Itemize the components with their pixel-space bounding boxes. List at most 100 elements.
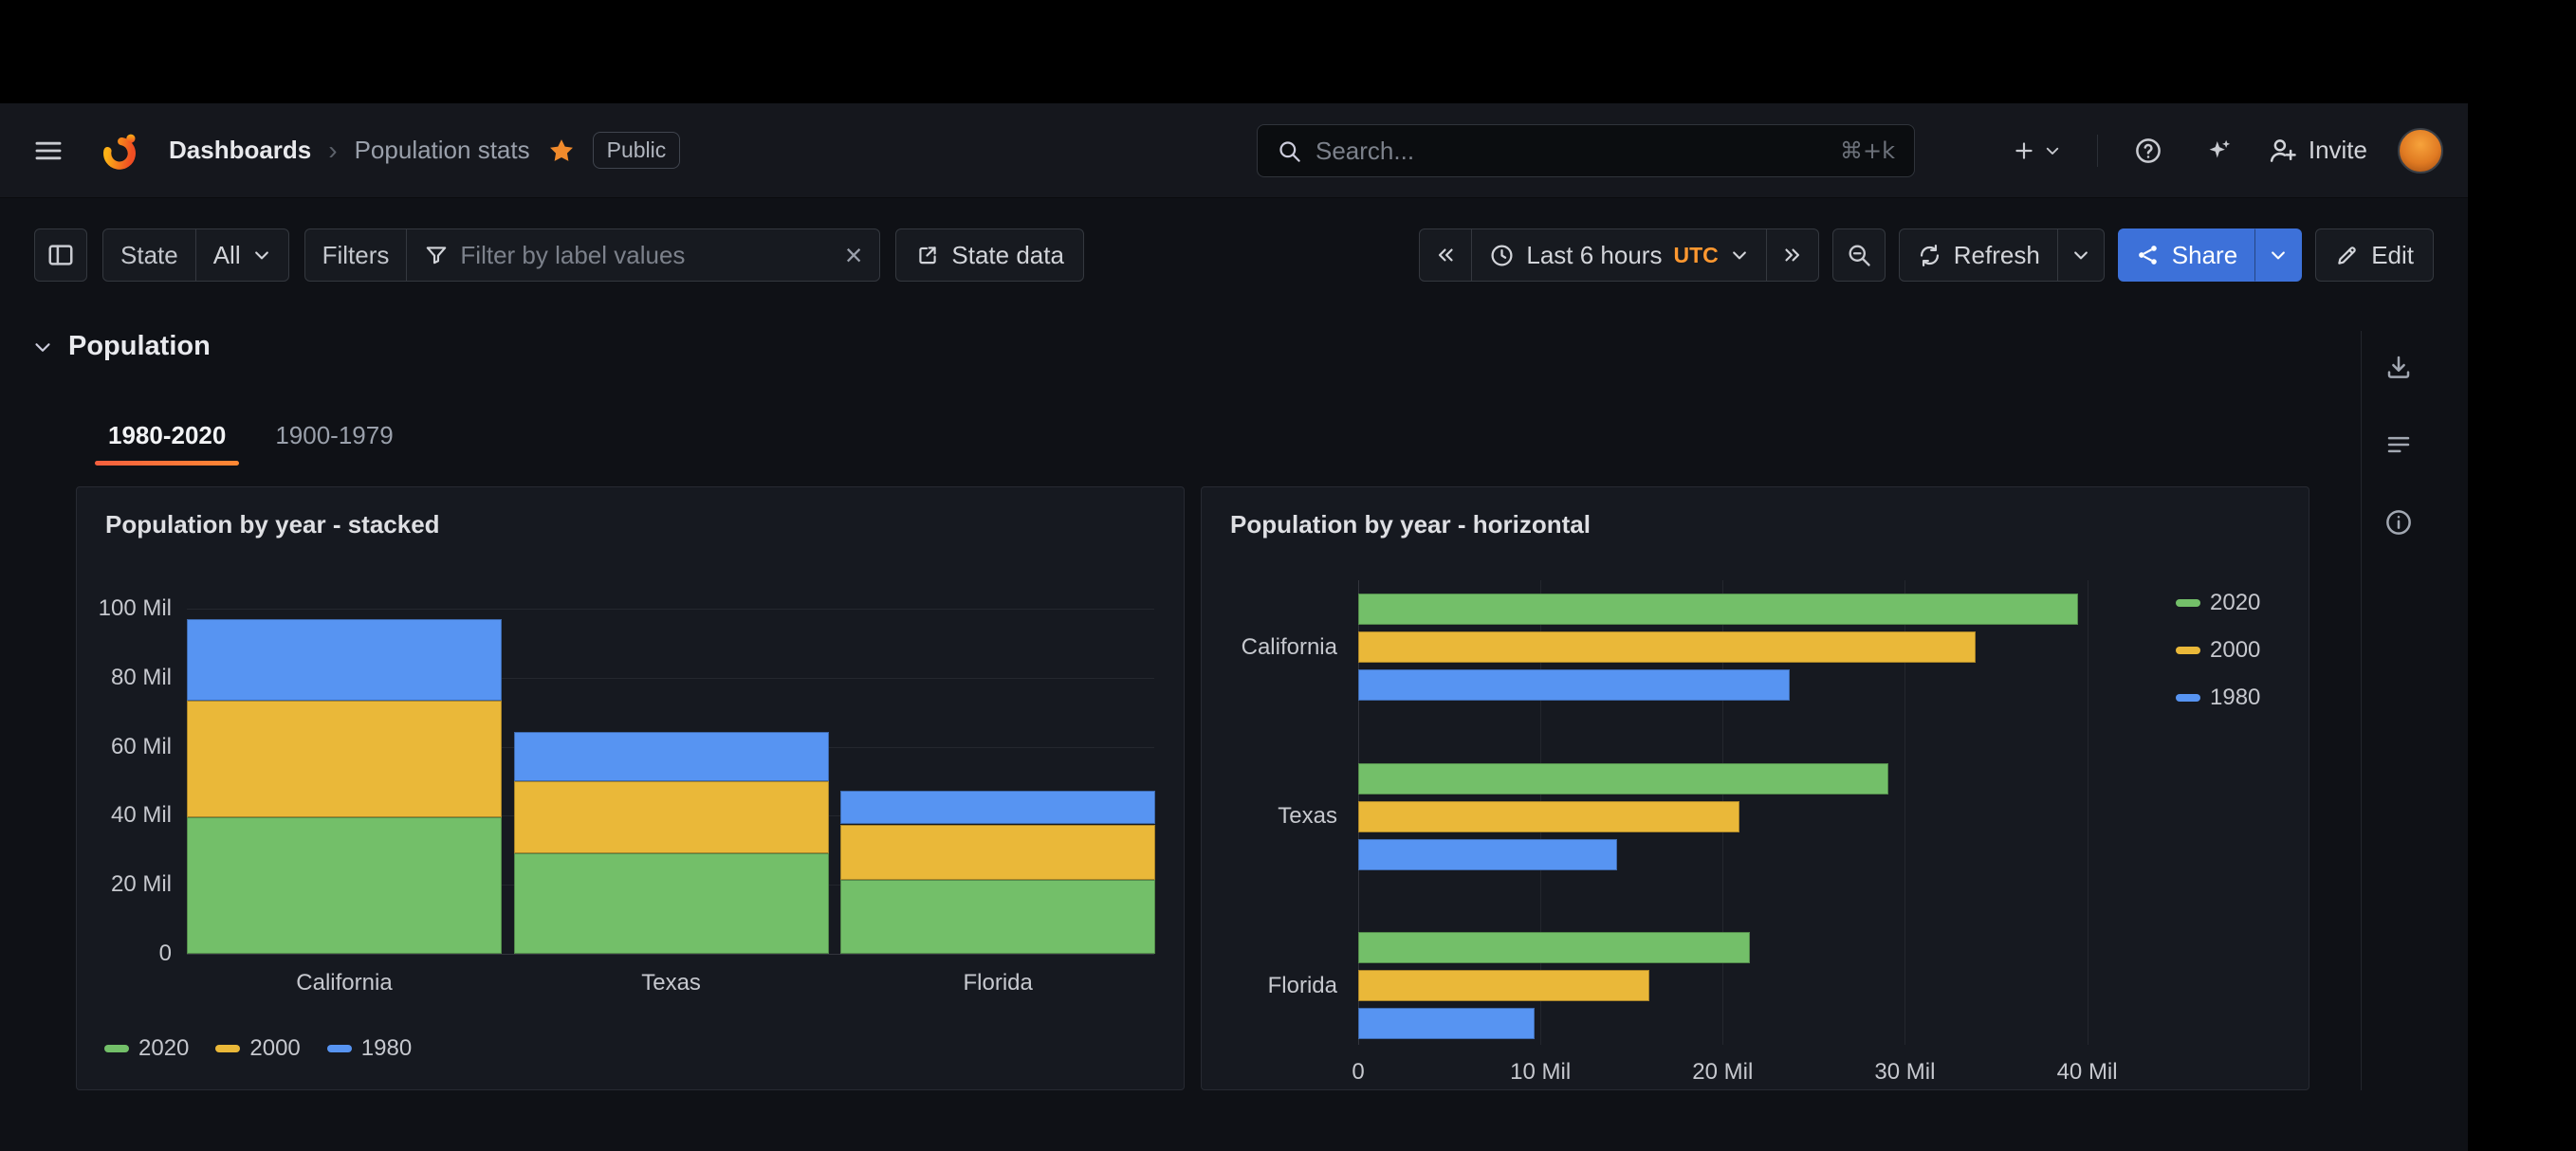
angle-double-right-icon [1780, 243, 1805, 267]
chevron-down-icon [252, 246, 271, 265]
x-axis-tick: 30 Mil [1829, 1058, 1980, 1087]
grafana-logo[interactable] [93, 124, 146, 177]
search-box[interactable]: ⌘+k [1257, 124, 1915, 177]
legend-item[interactable]: 2020 [2176, 590, 2260, 616]
legend-color-pill [104, 1045, 129, 1052]
zoom-out-button[interactable] [1832, 228, 1886, 282]
search-input[interactable] [1316, 137, 1827, 166]
favorite-star-icon[interactable] [547, 137, 576, 165]
hamburger-icon [32, 135, 64, 167]
state-variable-selected: All [213, 241, 241, 270]
time-range-label: Last 6 hours [1526, 241, 1662, 270]
breadcrumb-current: Population stats [355, 136, 530, 165]
legend-item[interactable]: 2000 [215, 1035, 300, 1062]
breadcrumb: Dashboards › Population stats Public [169, 132, 680, 169]
y-axis-tick: 60 Mil [77, 733, 172, 761]
state-variable-label: State [102, 228, 196, 282]
legend-item[interactable]: 2020 [104, 1035, 189, 1062]
user-plus-icon [2269, 137, 2297, 165]
x-axis-tick: 0 [1282, 1058, 1434, 1087]
public-badge: Public [593, 132, 681, 169]
bar-2020 [1358, 763, 1888, 795]
legend-color-pill [215, 1045, 240, 1052]
info-icon [2384, 508, 2413, 537]
share-dropdown[interactable] [2254, 228, 2302, 282]
share-button[interactable]: Share [2118, 228, 2255, 282]
panel-horizontal: Population by year - horizontal 010 Mil2… [1201, 486, 2309, 1090]
filter-input[interactable] [460, 241, 833, 270]
tab-1980-2020[interactable]: 1980-2020 [89, 405, 245, 466]
bar-segment-2020 [514, 853, 829, 954]
bar-2000 [1358, 970, 1649, 1001]
export-button[interactable] [2376, 344, 2421, 390]
time-range-picker[interactable]: Last 6 hours UTC [1471, 228, 1766, 282]
time-shift-back-button[interactable] [1419, 228, 1472, 282]
breadcrumb-dashboards[interactable]: Dashboards [169, 136, 311, 165]
legend-item[interactable]: 2000 [2176, 637, 2260, 664]
top-nav: Dashboards › Population stats Public ⌘+k [0, 103, 2468, 198]
refresh-button[interactable]: Refresh [1899, 228, 2058, 282]
search-icon [1277, 138, 1302, 164]
state-variable-control: State All [102, 228, 289, 282]
state-variable-value[interactable]: All [195, 228, 289, 282]
help-button[interactable] [2128, 131, 2168, 171]
info-button[interactable] [2376, 500, 2421, 545]
legend-item[interactable]: 1980 [2176, 685, 2260, 711]
y-axis-tick: 100 Mil [77, 594, 172, 623]
legend-item[interactable]: 1980 [327, 1035, 412, 1062]
panel-title-stacked[interactable]: Population by year - stacked [105, 510, 440, 539]
toolbar-right: Last 6 hours UTC Refresh [1419, 228, 2434, 282]
external-link-icon [915, 243, 940, 267]
chevron-down-icon [1730, 246, 1749, 265]
state-data-label: State data [951, 241, 1064, 270]
panel-title-horizontal[interactable]: Population by year - horizontal [1230, 510, 1591, 539]
category-label: Texas [514, 969, 829, 997]
bar-1980 [1358, 839, 1617, 870]
nav-left: Dashboards › Population stats Public [27, 124, 680, 177]
user-avatar[interactable] [2398, 128, 2443, 174]
row-collapse-chevron-icon[interactable] [30, 335, 55, 359]
y-axis-tick: 80 Mil [77, 664, 172, 692]
y-axis-tick: 20 Mil [77, 870, 172, 899]
y-axis-tick: 0 [77, 940, 172, 968]
refresh-interval-dropdown[interactable] [2057, 228, 2105, 282]
pencil-icon [2335, 243, 2360, 267]
bar-segment-1980 [514, 732, 829, 781]
bar-2000 [1358, 631, 1976, 663]
edit-button[interactable]: Edit [2315, 228, 2434, 282]
category-label: Texas [1202, 802, 1337, 831]
row-title[interactable]: Population [68, 331, 211, 362]
refresh-control: Refresh [1899, 228, 2105, 282]
bar-segment-2000 [187, 701, 502, 817]
dashboard-toolbar: State All Filters × Stat [34, 228, 2434, 282]
menu-toggle-button[interactable] [27, 129, 70, 173]
tab-label: 1900-1979 [275, 421, 393, 450]
breadcrumb-separator: › [328, 136, 337, 166]
legend-color-pill [2176, 694, 2200, 702]
time-shift-forward-button[interactable] [1766, 228, 1819, 282]
add-new-button[interactable] [2006, 133, 2067, 169]
screen: Dashboards › Population stats Public ⌘+k [0, 0, 2576, 1151]
panel-toggle-button[interactable] [34, 228, 87, 282]
legend-label: 1980 [361, 1035, 412, 1062]
list-view-button[interactable] [2376, 422, 2421, 467]
legend-color-pill [327, 1045, 352, 1052]
dashboard-tabs: 1980-2020 1900-1979 [89, 405, 413, 466]
filters-control: Filters × [304, 228, 881, 282]
grafana-flame-icon [99, 130, 140, 172]
invite-button[interactable]: Invite [2269, 136, 2367, 165]
sparkle-icon [2204, 137, 2233, 165]
gridline [187, 609, 1154, 610]
filter-input-wrap[interactable]: × [406, 228, 880, 282]
x-axis-line [187, 954, 1154, 955]
clear-filter-icon[interactable]: × [845, 240, 863, 270]
state-data-button[interactable]: State data [895, 228, 1084, 282]
legend-color-pill [2176, 599, 2200, 607]
edit-label: Edit [2371, 241, 2414, 270]
tab-label: 1980-2020 [108, 421, 226, 450]
toolbar-left: State All Filters × Stat [34, 228, 1084, 282]
filters-label: Filters [304, 228, 408, 282]
tab-1900-1979[interactable]: 1900-1979 [256, 405, 412, 466]
dashboard-row-header: Population [30, 331, 211, 362]
ai-assistant-button[interactable] [2199, 131, 2238, 171]
